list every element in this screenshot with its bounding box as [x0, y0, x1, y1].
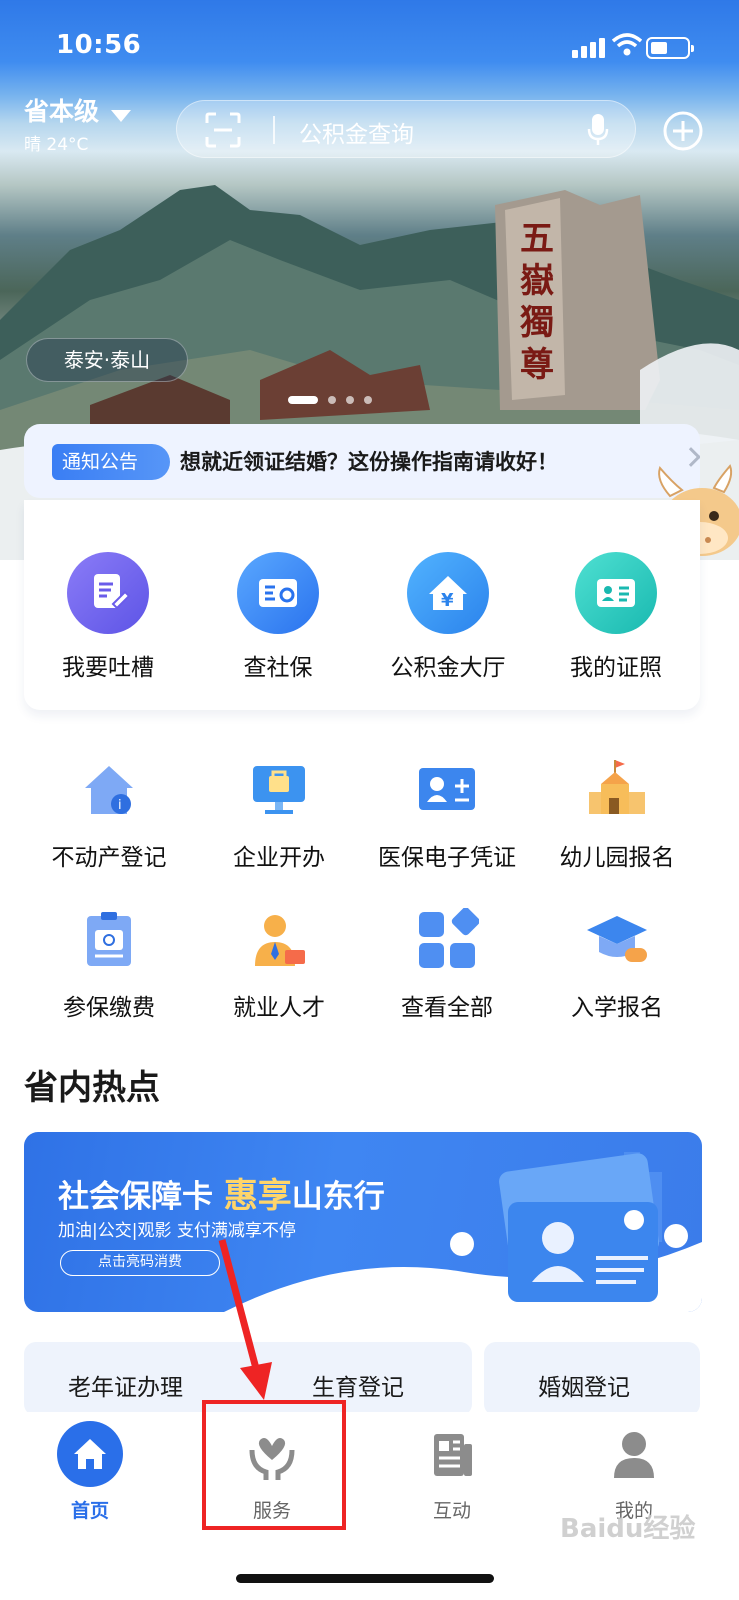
- svg-text:獨: 獨: [520, 303, 554, 343]
- graduation-cap-icon: [587, 916, 647, 962]
- quick-item-housing-fund[interactable]: ¥ 公积金大厅: [368, 552, 528, 682]
- microphone-icon[interactable]: [587, 113, 609, 147]
- tab-label: 互动: [432, 1500, 471, 1522]
- id-card-icon: [575, 552, 657, 634]
- quick-item-social-security[interactable]: 查社保: [198, 552, 358, 682]
- svg-text:尊: 尊: [520, 345, 554, 385]
- service-medical-insurance[interactable]: 医保电子凭证: [362, 758, 532, 872]
- chip-marriage-registration[interactable]: 婚姻登记: [538, 1368, 630, 1402]
- search-divider: [273, 116, 275, 144]
- service-view-all[interactable]: 查看全部: [362, 907, 532, 1022]
- annotation-arrow: [218, 1239, 272, 1400]
- notice-bar[interactable]: 通知公告 想就近领证结婚？这份操作指南请收好！: [24, 424, 700, 498]
- service-label: 入学报名: [571, 995, 663, 1021]
- annotation-highlight-box: [202, 1400, 346, 1530]
- all-apps-grid-icon: [419, 907, 480, 968]
- service-school-enrollment[interactable]: 入学报名: [532, 908, 702, 1022]
- tab-interaction[interactable]: 互动: [392, 1420, 512, 1523]
- quick-label: 我要吐槽: [62, 655, 154, 681]
- document-edit-icon: [67, 552, 149, 634]
- quick-label: 查社保: [243, 655, 313, 681]
- scan-icon[interactable]: [203, 110, 243, 150]
- tab-label: 首页: [70, 1500, 109, 1522]
- insurance-payment-icon: [87, 912, 131, 966]
- svg-text:¥: ¥: [441, 590, 454, 611]
- service-label: 幼儿园报名: [559, 845, 675, 871]
- location-tag: 泰安·泰山: [26, 338, 188, 382]
- svg-text:嶽: 嶽: [520, 261, 554, 301]
- status-time: 10:56: [56, 30, 142, 60]
- chip-elderly-card[interactable]: 老年证办理: [68, 1368, 183, 1402]
- banner-title-suffix: 山东行: [291, 1179, 385, 1215]
- service-label: 参保缴费: [63, 995, 155, 1021]
- notice-badge: 通知公告: [52, 444, 170, 480]
- caret-down-icon: [111, 109, 132, 122]
- medical-insurance-card-icon: [419, 768, 475, 810]
- service-label: 不动产登记: [51, 845, 167, 871]
- service-insurance-payment[interactable]: 参保缴费: [24, 908, 194, 1022]
- wifi-icon: [612, 33, 642, 56]
- quick-label: 公积金大厅: [390, 655, 506, 681]
- home-indicator[interactable]: [236, 1574, 494, 1583]
- search-bar[interactable]: 公积金查询: [176, 100, 636, 158]
- service-label: 就业人才: [233, 995, 325, 1021]
- service-label: 企业开办: [233, 845, 325, 871]
- banner-cta-button[interactable]: 点击亮码消费: [60, 1250, 220, 1276]
- service-business-setup[interactable]: 企业开办: [194, 758, 364, 872]
- interaction-news-icon: [434, 1434, 472, 1476]
- chip-birth-registration[interactable]: 生育登记: [312, 1368, 404, 1402]
- social-security-card-icon: [237, 552, 319, 634]
- weather-label: 晴 24°C: [24, 135, 89, 155]
- housing-fund-house-icon: ¥: [407, 552, 489, 634]
- svg-text:i: i: [118, 798, 122, 813]
- property-house-icon: i: [85, 766, 133, 814]
- service-property-registration[interactable]: i 不动产登记: [24, 758, 194, 872]
- svg-text:五: 五: [520, 219, 554, 259]
- section-title-hot: 省内热点: [24, 1068, 160, 1108]
- business-briefcase-icon: [253, 766, 305, 814]
- hot-chip-marriage[interactable]: 婚姻登记: [484, 1342, 700, 1416]
- bottom-tab-bar: 首页 服务 互动 我的: [0, 1412, 739, 1600]
- notice-text[interactable]: 想就近领证结婚？这份操作指南请收好！: [180, 446, 558, 476]
- banner-title-prefix: 社会保障卡: [58, 1179, 213, 1215]
- employment-person-icon: [255, 915, 305, 966]
- service-label: 医保电子凭证: [378, 845, 516, 871]
- region-name: 省本级: [24, 97, 100, 126]
- home-icon: [57, 1421, 123, 1487]
- kindergarten-building-icon: [589, 760, 645, 814]
- service-employment[interactable]: 就业人才: [194, 908, 364, 1022]
- quick-item-complaint[interactable]: 我要吐槽: [28, 552, 188, 682]
- add-plus-icon[interactable]: [662, 110, 704, 152]
- service-label: 查看全部: [401, 995, 493, 1021]
- carousel-dots: [288, 396, 372, 404]
- profile-person-icon: [614, 1432, 654, 1478]
- search-input[interactable]: 公积金查询: [299, 115, 414, 149]
- watermark: Baidu经验: [560, 1514, 696, 1544]
- promo-banner[interactable]: 社会保障卡 惠享山东行 加油|公交|观影 支付满减享不停 点击亮码消费: [24, 1132, 702, 1312]
- quick-item-my-licenses[interactable]: 我的证照: [536, 552, 696, 682]
- banner-title: 社会保障卡 惠享山东行: [58, 1168, 385, 1217]
- status-bar: 10:56: [0, 0, 739, 92]
- region-selector[interactable]: 省本级: [24, 92, 132, 128]
- banner-title-highlight: 惠享: [223, 1176, 292, 1216]
- cellular-signal-icon: [572, 36, 606, 58]
- service-kindergarten[interactable]: 幼儿园报名: [532, 758, 702, 872]
- banner-carousel-dots: [288, 1287, 402, 1293]
- quick-actions-card: 我要吐槽 查社保 ¥ 公积金大厅 我的证照: [24, 500, 700, 710]
- quick-label: 我的证照: [570, 655, 662, 681]
- tab-home[interactable]: 首页: [30, 1420, 150, 1523]
- battery-icon: [646, 37, 694, 59]
